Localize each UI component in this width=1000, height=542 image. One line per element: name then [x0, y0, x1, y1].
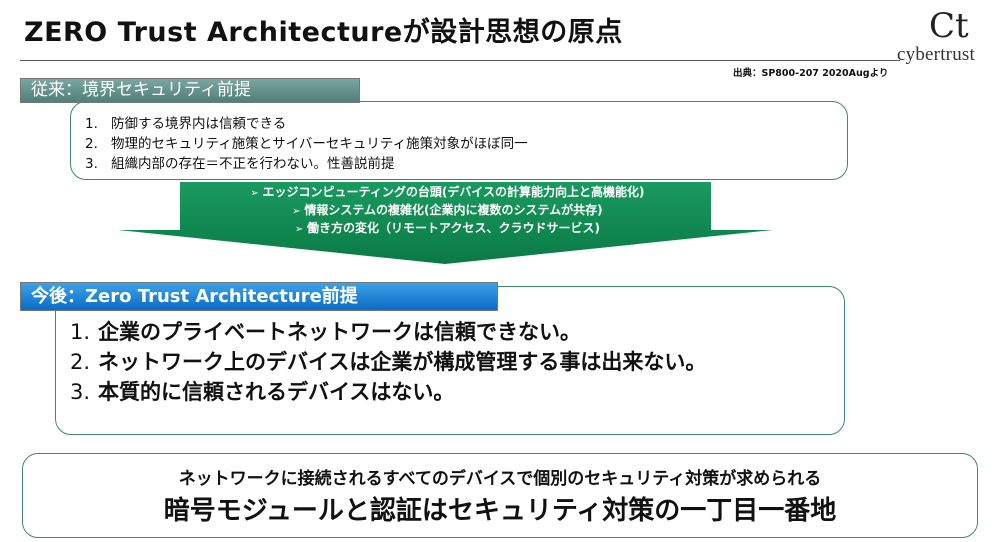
list-item: 3. 組織内部の存在＝不正を行わない。性善説前提 [85, 154, 528, 174]
item-text: エッジコンピューティングの台頭(デバイスの計算能力向上と高機能化) [262, 185, 645, 199]
list-item: 1. 企業のプライベートネットワークは信頼できない。 [70, 317, 706, 347]
slide-title: ZERO Trust Architectureが設計思想の原点 [24, 17, 623, 48]
conclusion-box: ネットワークに接続されるすべてのデバイスで個別のセキュリティ対策が求められる 暗… [22, 453, 978, 538]
item-text: 物理的セキュリティ施策とサイバーセキュリティ施策対象がほぼ同一 [111, 136, 528, 152]
list-item: 3. 本質的に信頼されるデバイスはない。 [70, 377, 706, 407]
item-text: 企業のプライベートネットワークは信頼できない。 [98, 320, 581, 344]
item-text: 防御する境界内は信頼できる [111, 116, 287, 132]
list-item: 1. 防御する境界内は信頼できる [85, 114, 528, 134]
conclusion-line-1: ネットワークに接続されるすべてのデバイスで個別のセキュリティ対策が求められる [178, 469, 822, 489]
new-premises-label: 今後：Zero Trust Architecture前提 [20, 282, 498, 311]
item-text: ネットワーク上のデバイスは企業が構成管理する事は出来ない。 [98, 350, 707, 374]
item-number: 2. [70, 350, 91, 374]
list-item: 2. 物理的セキュリティ施策とサイバーセキュリティ施策対象がほぼ同一 [85, 134, 528, 154]
old-premises-label: 従来：境界セキュリティ前提 [20, 78, 360, 103]
logo-mark: Ct [929, 6, 969, 46]
list-item: 2. ネットワーク上のデバイスは企業が構成管理する事は出来ない。 [70, 347, 706, 377]
item-text: 組織内部の存在＝不正を行わない。性善説前提 [111, 156, 395, 172]
item-number: 3. [70, 380, 91, 404]
old-premises-list: 1. 防御する境界内は信頼できる 2. 物理的セキュリティ施策とサイバーセキュリティ… [85, 114, 528, 174]
old-premises-box: 1. 防御する境界内は信頼できる 2. 物理的セキュリティ施策とサイバーセキュリティ… [70, 101, 848, 180]
title-rule [20, 60, 900, 61]
list-item: ➢ エッジコンピューティングの台頭(デバイスの計算能力向上と高機能化) [118, 184, 773, 202]
list-item: ➢ 情報システムの複雑化(企業内に複数のシステムが共存) [118, 202, 773, 220]
item-number: 1. [70, 320, 91, 344]
item-text: 本質的に信頼されるデバイスはない。 [98, 380, 455, 404]
item-number: 1. [85, 116, 98, 132]
bullet-arrow-icon: ➢ [292, 206, 301, 217]
item-text: 情報システムの複雑化(企業内に複数のシステムが共存) [304, 203, 603, 217]
conclusion-line-2: 暗号モジュールと認証はセキュリティ対策の一丁目一番地 [163, 496, 837, 526]
logo-text: cybertrust [897, 44, 975, 65]
item-number: 2. [85, 136, 98, 152]
list-item: ➢ 働き方の変化（リモートアクセス、クラウドサービス) [118, 220, 773, 238]
item-text: 働き方の変化（リモートアクセス、クラウドサービス) [307, 221, 600, 235]
source-citation: 出典：SP800-207 2020Augより [733, 68, 889, 79]
item-number: 3. [85, 156, 98, 172]
change-drivers-list: ➢ エッジコンピューティングの台頭(デバイスの計算能力向上と高機能化) ➢ 情報シス… [118, 184, 773, 238]
bullet-arrow-icon: ➢ [294, 224, 304, 235]
bullet-arrow-icon: ➢ [250, 188, 259, 199]
new-premises-list: 1. 企業のプライベートネットワークは信頼できない。 2. ネットワーク上のデバイス… [70, 317, 706, 407]
cybertrust-logo: Ct cybertrust [895, 6, 995, 66]
